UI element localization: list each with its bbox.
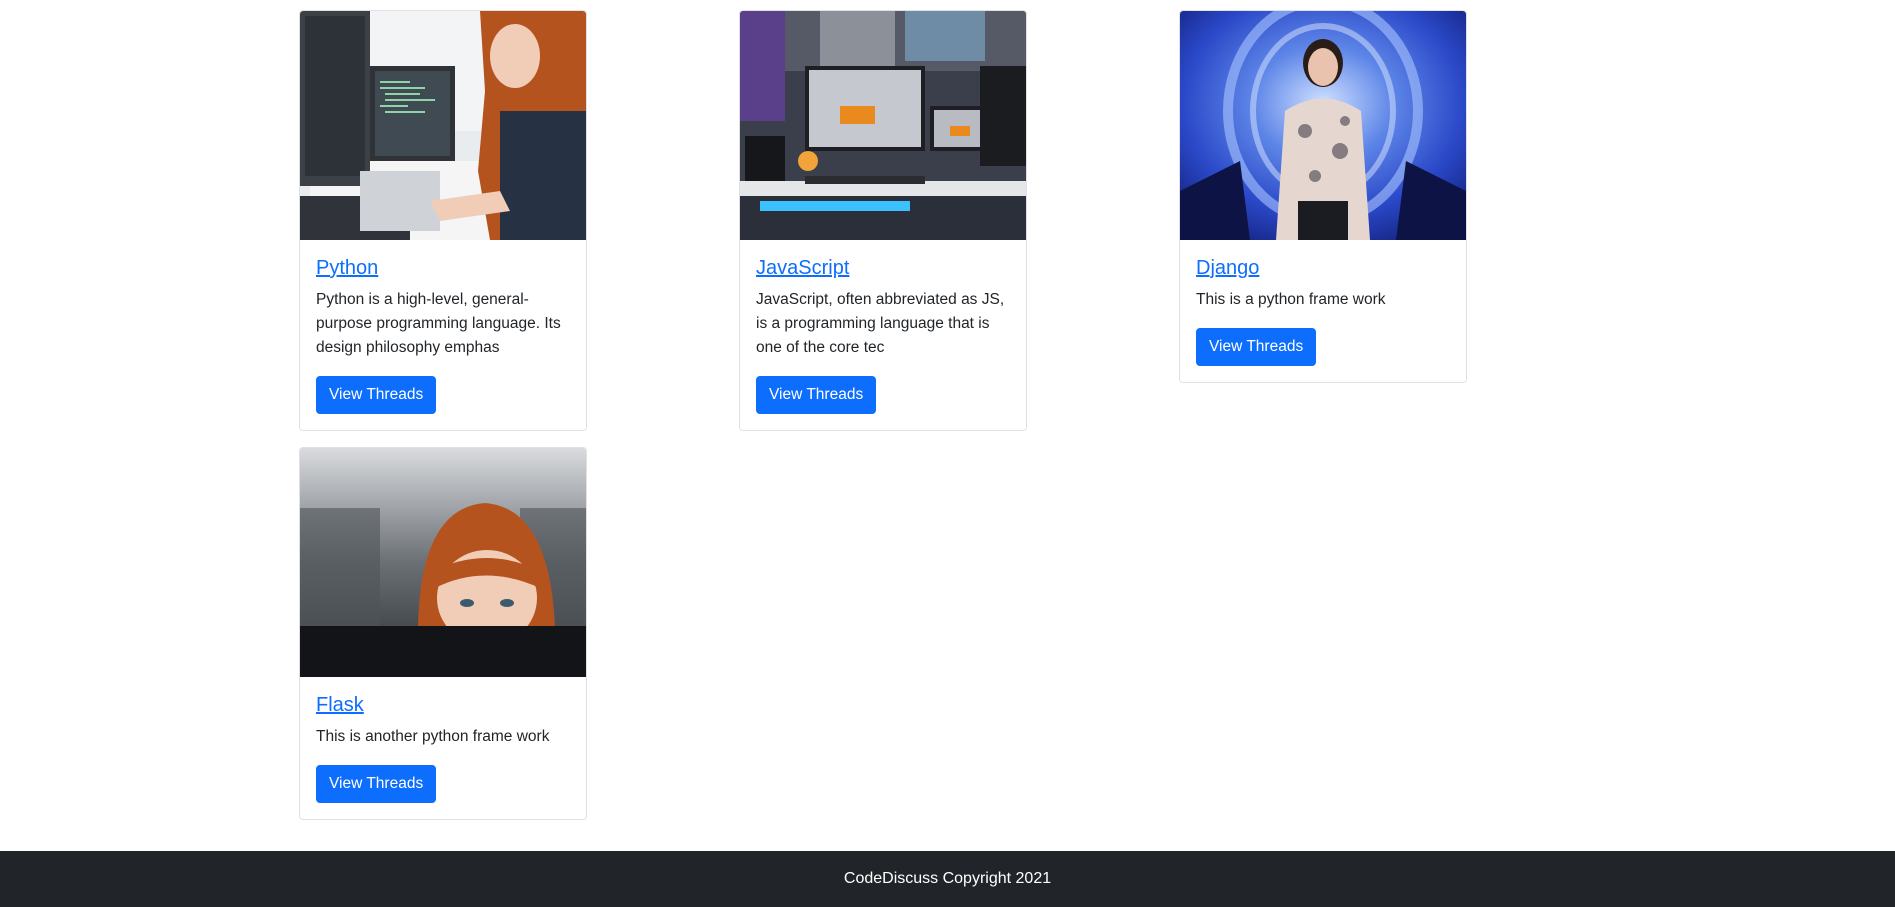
category-card-python: Python Python is a high-level, general-p… [299,10,587,431]
category-image-django [1180,11,1466,240]
category-card-flask: Flask This is another python frame work … [299,447,587,820]
category-card-javascript: JavaScript JavaScript, often abbreviated… [739,10,1027,431]
desk-setup-photo [740,11,1026,240]
category-image-javascript [740,11,1026,240]
view-threads-button[interactable]: View Threads [1196,328,1317,366]
view-threads-button[interactable]: View Threads [316,376,437,414]
category-image-flask [300,448,586,677]
category-description: JavaScript, often abbreviated as JS, is … [756,291,1005,356]
category-card-django: Django This is a python frame work View … [1179,10,1467,383]
category-description: Python is a high-level, general-purpose … [316,291,561,356]
view-threads-button[interactable]: View Threads [756,376,877,414]
woman-behind-monitor-photo [300,448,586,677]
card-body: Python Python is a high-level, general-p… [300,240,586,430]
footer-copyright-text: CodeDiscuss Copyright 2021 [843,870,1052,887]
category-image-python [300,11,586,240]
woman-in-tunnel-photo [1180,11,1466,240]
woman-at-computer-photo [300,11,586,240]
category-title-link[interactable]: JavaScript [756,256,849,280]
page: Python Python is a high-level, general-p… [0,0,1895,907]
category-description: This is another python frame work [316,728,550,745]
card-body: Flask This is another python frame work … [300,677,586,819]
category-description: This is a python frame work [1196,291,1386,308]
category-title-link[interactable]: Django [1196,256,1259,280]
card-body: Django This is a python frame work View … [1180,240,1466,382]
view-threads-button[interactable]: View Threads [316,765,437,803]
category-title-link[interactable]: Python [316,256,378,280]
category-title-link[interactable]: Flask [316,693,364,717]
card-body: JavaScript JavaScript, often abbreviated… [740,240,1026,430]
footer: CodeDiscuss Copyright 2021 [0,851,1895,907]
